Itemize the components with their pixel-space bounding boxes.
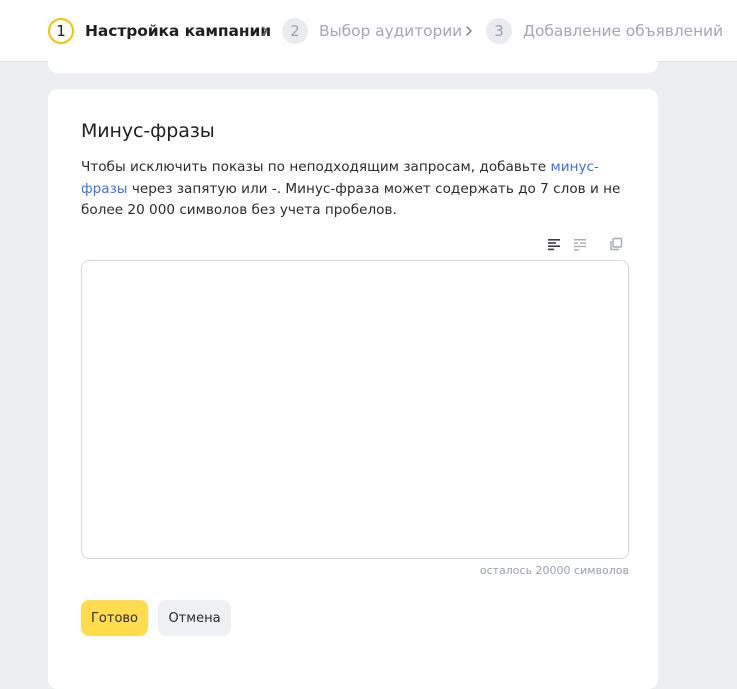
copy-icon[interactable]: [608, 236, 624, 252]
list-icon[interactable]: [572, 236, 588, 252]
step-campaign-settings[interactable]: 1 Настройка кампании: [48, 16, 271, 46]
characters-remaining: осталось 20000 символов: [479, 564, 629, 577]
step-label-audience: Выбор аудитории: [319, 22, 463, 40]
done-button[interactable]: Готово: [81, 600, 148, 636]
chevron-right-icon: [466, 26, 472, 36]
step-label-ads: Добавление объявлений: [523, 22, 723, 40]
step-audience[interactable]: 2 Выбор аудитории: [282, 16, 462, 46]
section-description: Чтобы исключить показы по неподходящим з…: [81, 157, 626, 222]
cancel-button[interactable]: Отмена: [158, 600, 231, 636]
step-label-campaign-settings: Настройка кампании: [85, 22, 272, 40]
step-ads[interactable]: 3 Добавление объявлений: [486, 16, 723, 46]
align-left-icon[interactable]: [546, 236, 562, 252]
step-number-1: 1: [48, 18, 74, 44]
chevron-right-icon: [262, 26, 268, 36]
negative-keywords-textarea[interactable]: [81, 260, 629, 559]
description-text: Чтобы исключить показы по неподходящим з…: [81, 159, 551, 175]
previous-section-card: [48, 52, 658, 73]
description-text-continued: через запятую или -. Минус-фраза может с…: [81, 180, 621, 219]
step-number-3: 3: [486, 18, 512, 44]
negative-keywords-card: Минус-фразы Чтобы исключить показы по не…: [48, 89, 658, 689]
section-title: Минус-фразы: [81, 120, 215, 142]
step-number-2: 2: [282, 18, 308, 44]
